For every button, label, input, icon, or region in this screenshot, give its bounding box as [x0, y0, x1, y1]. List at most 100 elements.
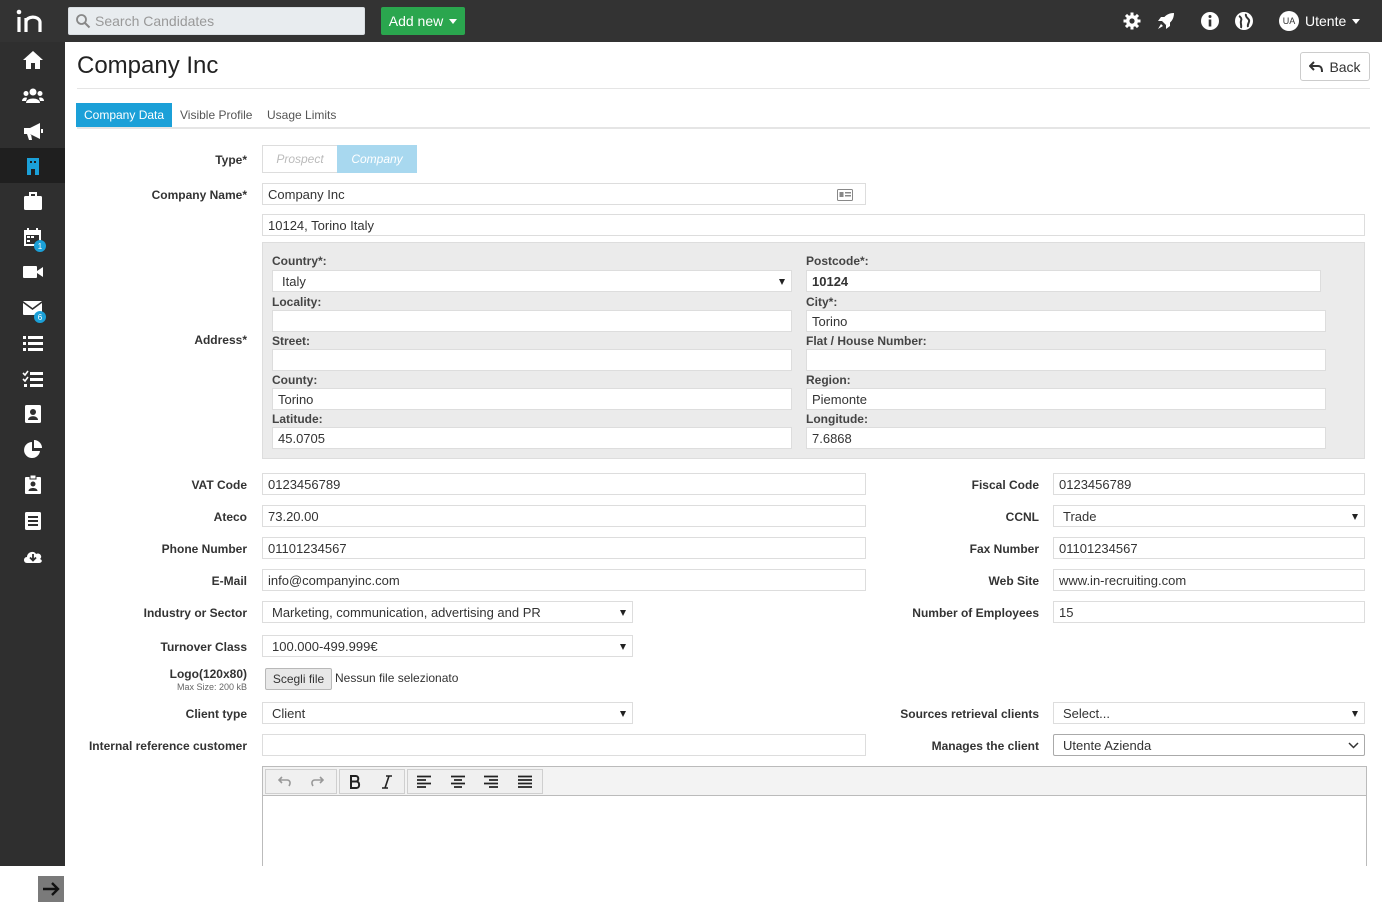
sidebar-item-contacts[interactable] — [0, 396, 65, 431]
align-right-icon — [484, 775, 498, 788]
globe-icon[interactable] — [1234, 11, 1254, 31]
tab-visible-profile[interactable]: Visible Profile — [172, 103, 260, 127]
search-input[interactable] — [95, 8, 360, 34]
search-icon — [76, 14, 91, 29]
ccnl-select[interactable]: Trade — [1053, 505, 1365, 527]
users-icon — [21, 88, 44, 103]
sidebar: 1 6 — [0, 42, 65, 902]
latitude-label: Latitude: — [272, 412, 323, 426]
type-company-toggle[interactable]: Company — [337, 145, 417, 173]
fiscal-field[interactable]: 0123456789 — [1053, 473, 1365, 495]
align-center-button[interactable] — [444, 770, 472, 794]
undo-button[interactable] — [271, 770, 299, 794]
industry-select[interactable]: Marketing, communication, advertising an… — [262, 601, 633, 623]
internal-ref-field[interactable] — [262, 734, 866, 756]
sidebar-item-companies[interactable] — [0, 148, 65, 183]
sidebar-item-downloads[interactable] — [0, 538, 65, 573]
list-icon — [22, 335, 43, 351]
align-right-button[interactable] — [477, 770, 505, 794]
bold-icon — [350, 775, 361, 789]
add-new-button[interactable]: Add new — [381, 7, 465, 35]
italic-button[interactable] — [373, 770, 401, 794]
type-prospect-toggle[interactable]: Prospect — [262, 145, 337, 173]
sidebar-item-video[interactable] — [0, 254, 65, 289]
ateco-field[interactable]: 73.20.00 — [262, 505, 866, 527]
align-left-button[interactable] — [410, 770, 438, 794]
app-logo-icon[interactable] — [15, 8, 49, 34]
choose-file-button[interactable]: Scegli file — [265, 668, 332, 690]
sidebar-item-jobs[interactable] — [0, 183, 65, 218]
sources-select[interactable]: Select... — [1053, 702, 1365, 724]
client-type-value: Client — [272, 705, 306, 721]
county-label: County: — [272, 373, 318, 387]
city-field[interactable]: Torino — [806, 310, 1326, 332]
latitude-field[interactable]: 45.0705 — [272, 427, 792, 449]
employees-label: Number of Employees — [912, 606, 1039, 620]
tab-company-data[interactable]: Company Data — [76, 103, 173, 127]
sidebar-item-documents[interactable] — [0, 503, 65, 538]
sidebar-item-reports[interactable] — [0, 432, 65, 467]
website-value: www.in-recruiting.com — [1059, 572, 1187, 588]
collapse-sidebar-button[interactable] — [38, 876, 64, 902]
editor-body[interactable] — [263, 796, 1366, 866]
type-label: Type* — [215, 153, 247, 167]
tab-usage-limits[interactable]: Usage Limits — [259, 103, 344, 127]
address-label: Address* — [194, 333, 247, 347]
sidebar-item-calendar[interactable]: 1 — [0, 219, 65, 254]
website-field[interactable]: www.in-recruiting.com — [1053, 569, 1365, 591]
rocket-icon[interactable] — [1156, 11, 1176, 31]
calendar-badge: 1 — [34, 240, 46, 252]
company-name-value: Company Inc — [268, 186, 345, 202]
user-menu[interactable]: UA Utente — [1279, 10, 1361, 32]
postcode-value: 10124 — [812, 273, 849, 289]
postcode-field[interactable]: 10124 — [806, 270, 1321, 292]
fax-field[interactable]: 01101234567 — [1053, 537, 1365, 559]
manages-value: Utente Azienda — [1063, 737, 1152, 753]
sidebar-item-candidates[interactable] — [0, 78, 65, 113]
sidebar-item-interviews[interactable] — [0, 467, 65, 502]
city-value: Torino — [812, 313, 848, 329]
county-field[interactable]: Torino — [272, 388, 792, 410]
info-icon[interactable] — [1200, 11, 1220, 31]
sources-label: Sources retrieval clients — [900, 707, 1039, 721]
turnover-select[interactable]: 100.000-499.999€ — [262, 635, 633, 657]
pie-chart-icon — [23, 439, 42, 458]
flat-field[interactable] — [806, 349, 1326, 371]
redo-button[interactable] — [303, 770, 331, 794]
employees-field[interactable]: 15 — [1053, 601, 1365, 623]
back-button[interactable]: Back — [1300, 52, 1370, 81]
sidebar-item-campaigns[interactable] — [0, 113, 65, 148]
bold-button[interactable] — [341, 770, 369, 794]
industry-value: Marketing, communication, advertising an… — [272, 604, 541, 620]
sidebar-item-lists[interactable] — [0, 325, 65, 360]
phone-field[interactable]: 01101234567 — [262, 537, 866, 559]
arrow-right-icon — [43, 882, 60, 896]
add-new-label: Add new — [388, 13, 444, 29]
sidebar-item-tasks[interactable] — [0, 361, 65, 396]
country-select[interactable]: Italy — [272, 270, 792, 292]
company-name-field[interactable]: Company Inc — [262, 183, 866, 205]
manages-select[interactable]: Utente Azienda — [1053, 734, 1365, 756]
street-label: Street: — [272, 334, 311, 348]
select-arrow-icon — [620, 711, 626, 717]
gear-icon[interactable] — [1122, 11, 1142, 31]
sidebar-item-messages[interactable]: 6 — [0, 290, 65, 325]
region-field[interactable]: Piemonte — [806, 388, 1326, 410]
align-justify-button[interactable] — [511, 770, 539, 794]
manages-label: Manages the client — [931, 739, 1039, 753]
locality-field[interactable] — [272, 310, 792, 332]
longitude-field[interactable]: 7.6868 — [806, 427, 1326, 449]
email-field[interactable]: info@companyinc.com — [262, 569, 866, 591]
document-icon — [24, 511, 41, 530]
street-field[interactable] — [272, 349, 792, 371]
fax-value: 01101234567 — [1059, 540, 1138, 556]
id-card-icon[interactable] — [837, 189, 853, 201]
address-panel: Country*: Italy Postcode*: 10124 Localit… — [262, 242, 1365, 459]
address-summary-field[interactable]: 10124, Torino Italy — [262, 214, 1365, 236]
region-value: Piemonte — [812, 391, 867, 407]
client-type-select[interactable]: Client — [262, 702, 633, 724]
vat-value: 0123456789 — [268, 476, 341, 492]
search-box[interactable] — [68, 7, 365, 35]
sidebar-item-home[interactable] — [0, 42, 65, 77]
vat-field[interactable]: 0123456789 — [262, 473, 866, 495]
